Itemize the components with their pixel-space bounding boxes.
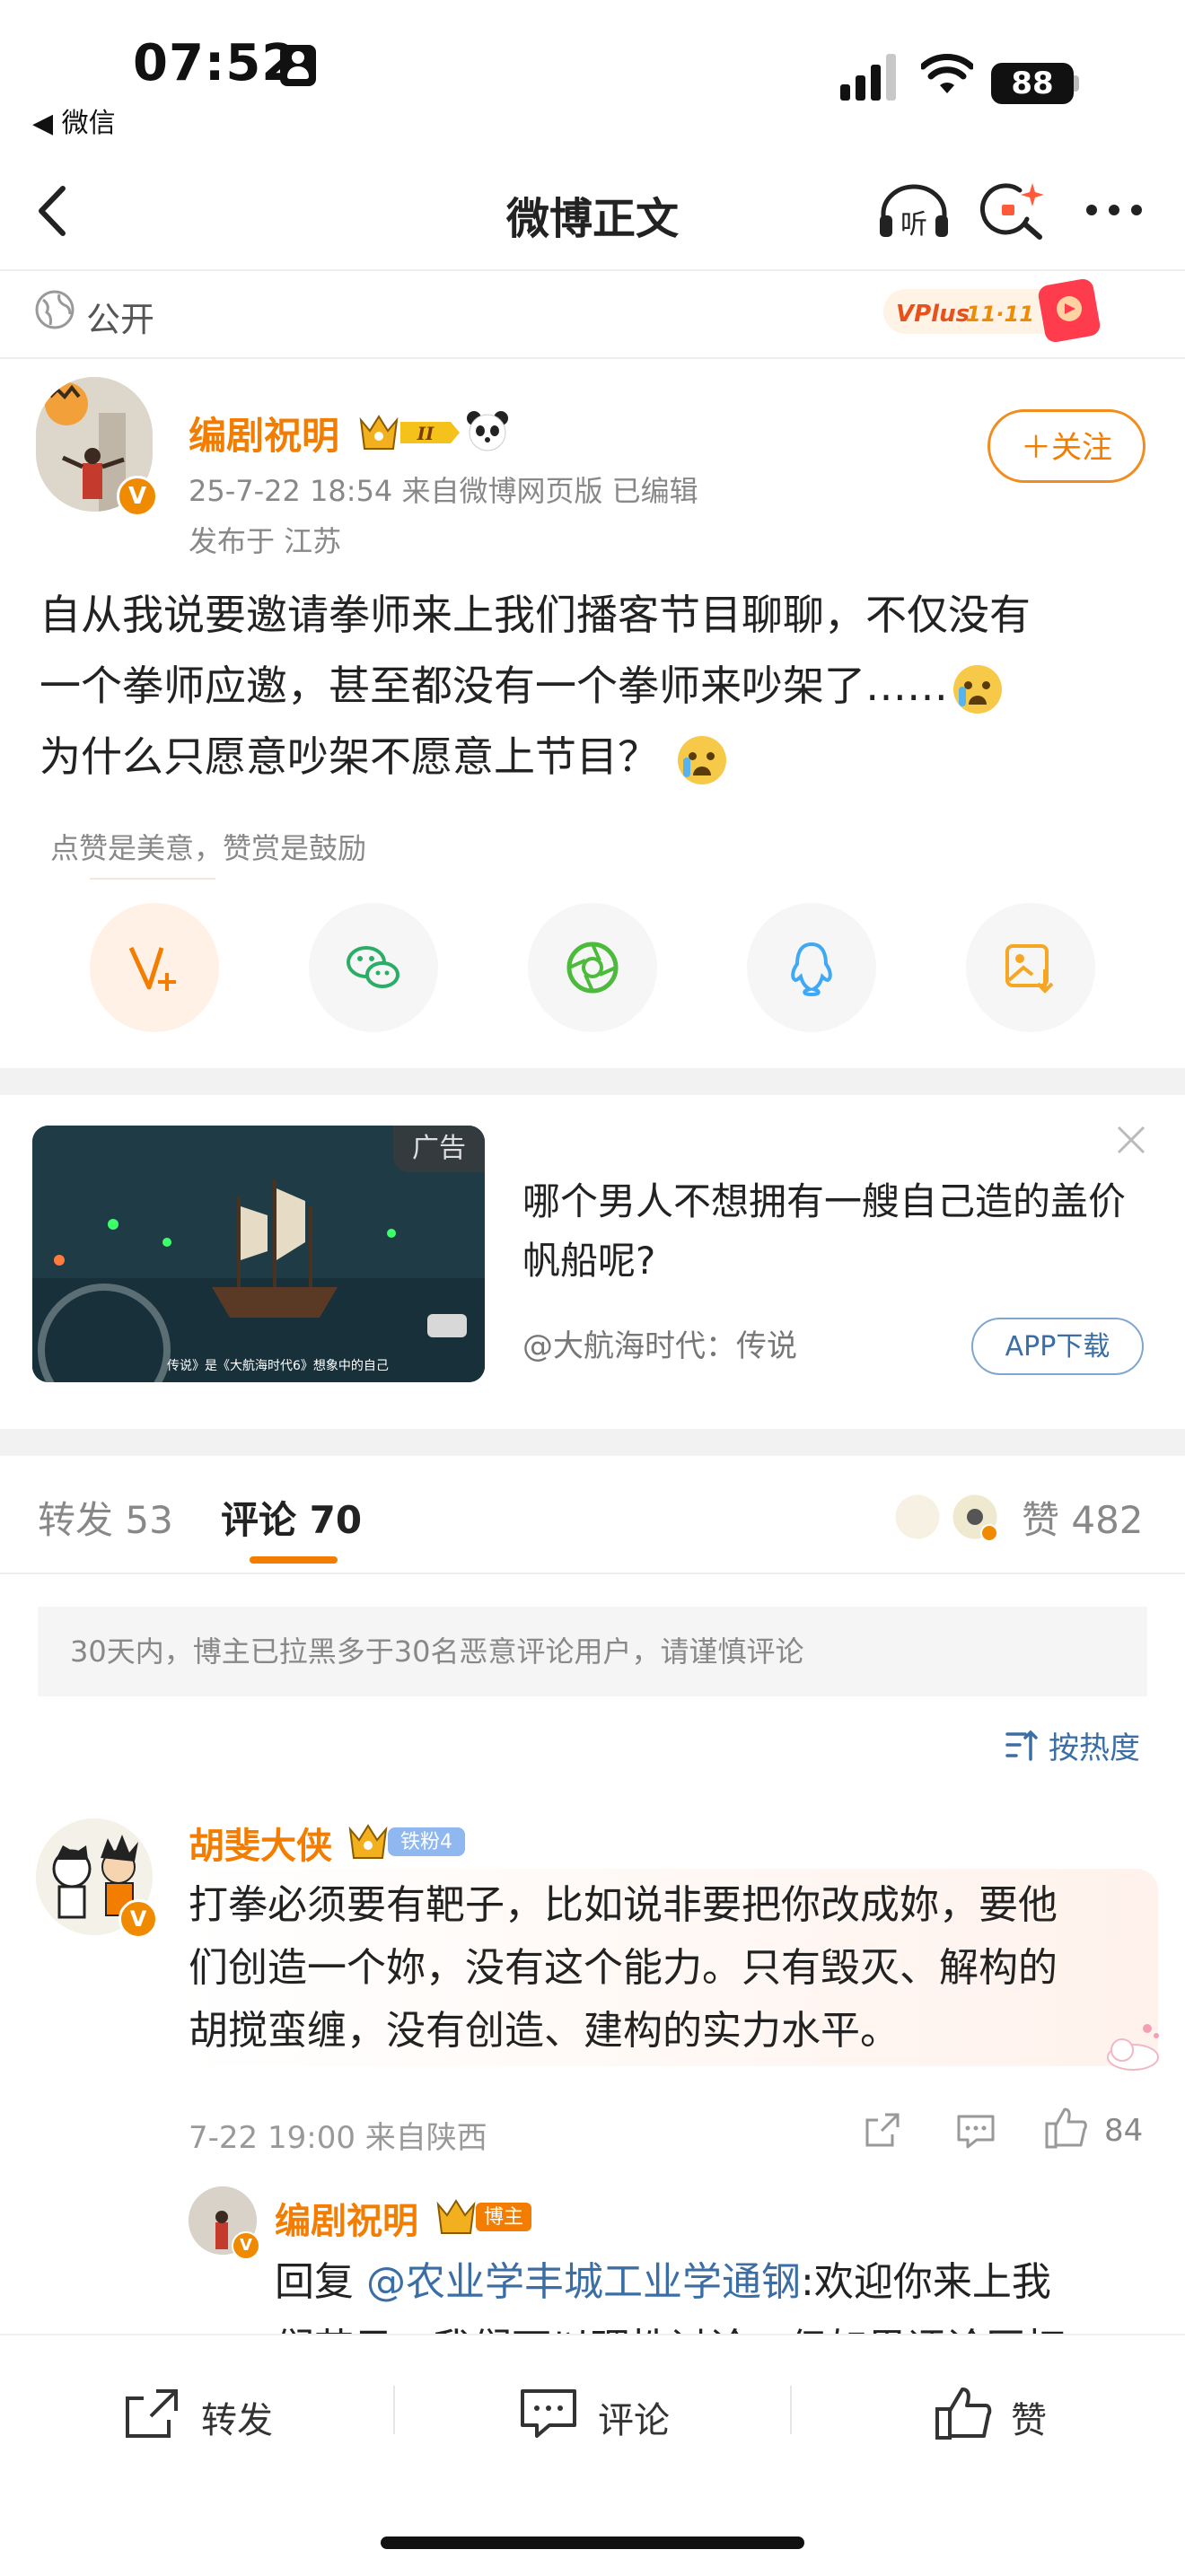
ad-tag: 广告 bbox=[393, 1126, 485, 1172]
tab-repost[interactable]: 转发 53 bbox=[38, 1490, 173, 1545]
section-separator bbox=[0, 1068, 1185, 1095]
author-name[interactable]: 编剧祝明 bbox=[189, 406, 339, 460]
close-icon[interactable] bbox=[1113, 1122, 1149, 1158]
post-location: 发布于 江苏 bbox=[189, 524, 342, 558]
repost-label: 转发 bbox=[201, 2400, 273, 2441]
verified-v-icon: V bbox=[232, 2231, 260, 2260]
comment-label: 评论 bbox=[598, 2400, 670, 2441]
svg-text:博主: 博主 bbox=[484, 2206, 523, 2229]
reply-line-text: :欢迎你来上我 bbox=[801, 2259, 1051, 2305]
fan-level-badge: 铁粉4 bbox=[348, 1824, 465, 1859]
comment-text: 打拳必须要有靶子，比如说非要把你改成妳，要他 们创造一个妳，没有这个能力。只有毁… bbox=[189, 1874, 1140, 2063]
svg-text:VPlus: VPlus bbox=[896, 301, 970, 328]
svg-text:铁粉4: 铁粉4 bbox=[400, 1831, 452, 1853]
follow-button[interactable]: ＋关注 bbox=[988, 409, 1146, 483]
commenter-name[interactable]: 胡斐大侠 bbox=[189, 1817, 332, 1869]
reward-underline bbox=[90, 878, 215, 880]
back-to-app-link[interactable]: ◀ 微信 bbox=[32, 101, 116, 140]
active-tab-indicator bbox=[250, 1556, 338, 1564]
svg-text:II: II bbox=[417, 423, 434, 444]
cellular-signal-icon bbox=[840, 54, 896, 101]
post-line: 自从我说要邀请拳师来上我们播客节目聊聊，不仅没有 bbox=[40, 591, 1031, 639]
wechat-share-button[interactable] bbox=[309, 903, 438, 1032]
post-line-text: 一个拳师应邀，甚至都没有一个拳师来吵架了…… bbox=[40, 662, 948, 710]
verified-v-icon: V bbox=[118, 1899, 158, 1939]
thumbs-up-icon[interactable] bbox=[1043, 2106, 1088, 2151]
reply-line: 回复 @农业学丰城工业学通钢:欢迎你来上我 bbox=[275, 2249, 1146, 2316]
bottom-separator bbox=[393, 2386, 395, 2434]
ai-search-icon[interactable] bbox=[980, 180, 1049, 242]
comment-button[interactable]: 评论 bbox=[519, 2379, 689, 2450]
comment-line: 们创造一个妳，没有这个能力。只有毁灭、解构的 bbox=[189, 1945, 1058, 1991]
comment-meta: 7-22 19:00 来自陕西 bbox=[189, 2120, 487, 2156]
globe-icon bbox=[35, 290, 75, 329]
post-line: 为什么只愿意吵架不愿意上节目？ bbox=[40, 722, 1153, 793]
comment-icon bbox=[521, 2389, 576, 2438]
reply-prefix: 回复 bbox=[275, 2259, 354, 2305]
qq-share-button[interactable] bbox=[747, 903, 876, 1032]
svg-text:听: 听 bbox=[900, 209, 927, 241]
post-line: 一个拳师应邀，甚至都没有一个拳师来吵架了…… bbox=[40, 651, 1153, 722]
blogger-badge: 博主 bbox=[436, 2199, 531, 2234]
app-download-button[interactable]: APP下载 bbox=[971, 1318, 1144, 1375]
comment-line: 胡搅蛮缠，没有创造、建构的实力水平。 bbox=[189, 2008, 900, 2054]
tab-comment[interactable]: 评论 70 bbox=[221, 1490, 362, 1545]
thumbs-up-icon bbox=[935, 2388, 992, 2440]
visibility-label: 公开 bbox=[86, 300, 155, 339]
focus-person-icon bbox=[280, 45, 316, 86]
post-meta: 25-7-22 18:54 来自微博网页版 已编辑 bbox=[189, 474, 698, 508]
battery-indicator: 88 bbox=[991, 63, 1074, 104]
repost-icon bbox=[126, 2389, 178, 2438]
sort-icon[interactable] bbox=[1004, 1727, 1040, 1763]
comment-line: 打拳必须要有靶子，比如说非要把你改成妳，要他 bbox=[189, 1882, 1058, 1928]
section-separator bbox=[0, 1429, 1185, 1456]
panda-icon bbox=[467, 411, 508, 451]
svg-text:传说》是《大航海时代6》想象中的自己: 传说》是《大航海时代6》想象中的自己 bbox=[167, 1359, 389, 1373]
nav-divider bbox=[0, 269, 1185, 271]
moments-share-button[interactable] bbox=[528, 903, 657, 1032]
crying-emoji-icon bbox=[953, 664, 1002, 714]
sort-by-heat[interactable]: 按热度 bbox=[1049, 1723, 1140, 1767]
ad-title[interactable]: 哪个男人不想拥有一艘自己造的盖价帆船呢? bbox=[522, 1172, 1142, 1291]
headphones-listen-icon[interactable]: 听 bbox=[876, 180, 952, 242]
cat-decoration-icon bbox=[1107, 2024, 1159, 2071]
like-button[interactable]: 赞 bbox=[934, 2379, 1059, 2450]
verified-v-icon: V bbox=[117, 476, 158, 517]
wifi-icon bbox=[921, 54, 973, 93]
svg-text:11·11: 11·11 bbox=[966, 302, 1034, 327]
crown-level-badge: II bbox=[359, 415, 460, 450]
status-time: 07:52 bbox=[133, 34, 298, 92]
tip-reward-button[interactable] bbox=[90, 903, 219, 1032]
like-label: 赞 bbox=[1011, 2400, 1047, 2441]
share-icon[interactable] bbox=[862, 2109, 903, 2151]
ad-source[interactable]: @大航海时代：传说 bbox=[522, 1321, 797, 1365]
bottom-separator bbox=[790, 2386, 792, 2434]
tabs-divider bbox=[0, 1573, 1185, 1574]
battery-tip bbox=[1074, 75, 1079, 92]
home-indicator[interactable] bbox=[381, 2537, 804, 2549]
reply-author-name[interactable]: 编剧祝明 bbox=[275, 2192, 418, 2244]
reward-hint: 点赞是美意，赞赏是鼓励 bbox=[50, 831, 367, 865]
header-divider bbox=[0, 357, 1185, 359]
comment-notice: 30天内，博主已拉黑多于30名恶意评论用户，请谨慎评论 bbox=[38, 1607, 1147, 1696]
mention-link[interactable]: @农业学丰城工业学通钢 bbox=[366, 2259, 801, 2305]
tab-likes[interactable]: 赞 482 bbox=[1022, 1490, 1144, 1545]
reply-icon[interactable] bbox=[955, 2111, 996, 2151]
crying-emoji-icon bbox=[677, 735, 726, 784]
liker-avatars[interactable] bbox=[892, 1490, 1004, 1544]
post-body: 自从我说要邀请拳师来上我们播客节目聊聊，不仅没有 一个拳师应邀，甚至都没有一个拳… bbox=[40, 580, 1153, 793]
post-line-text: 为什么只愿意吵架不愿意上节目？ bbox=[40, 732, 659, 781]
comment-like-count: 84 bbox=[1104, 2113, 1144, 2149]
repost-button[interactable]: 转发 bbox=[122, 2379, 275, 2450]
save-image-button[interactable] bbox=[966, 903, 1095, 1032]
more-options-icon[interactable] bbox=[1083, 185, 1146, 235]
vplus-promo-badge[interactable]: VPlus 11·11 bbox=[883, 275, 1108, 346]
